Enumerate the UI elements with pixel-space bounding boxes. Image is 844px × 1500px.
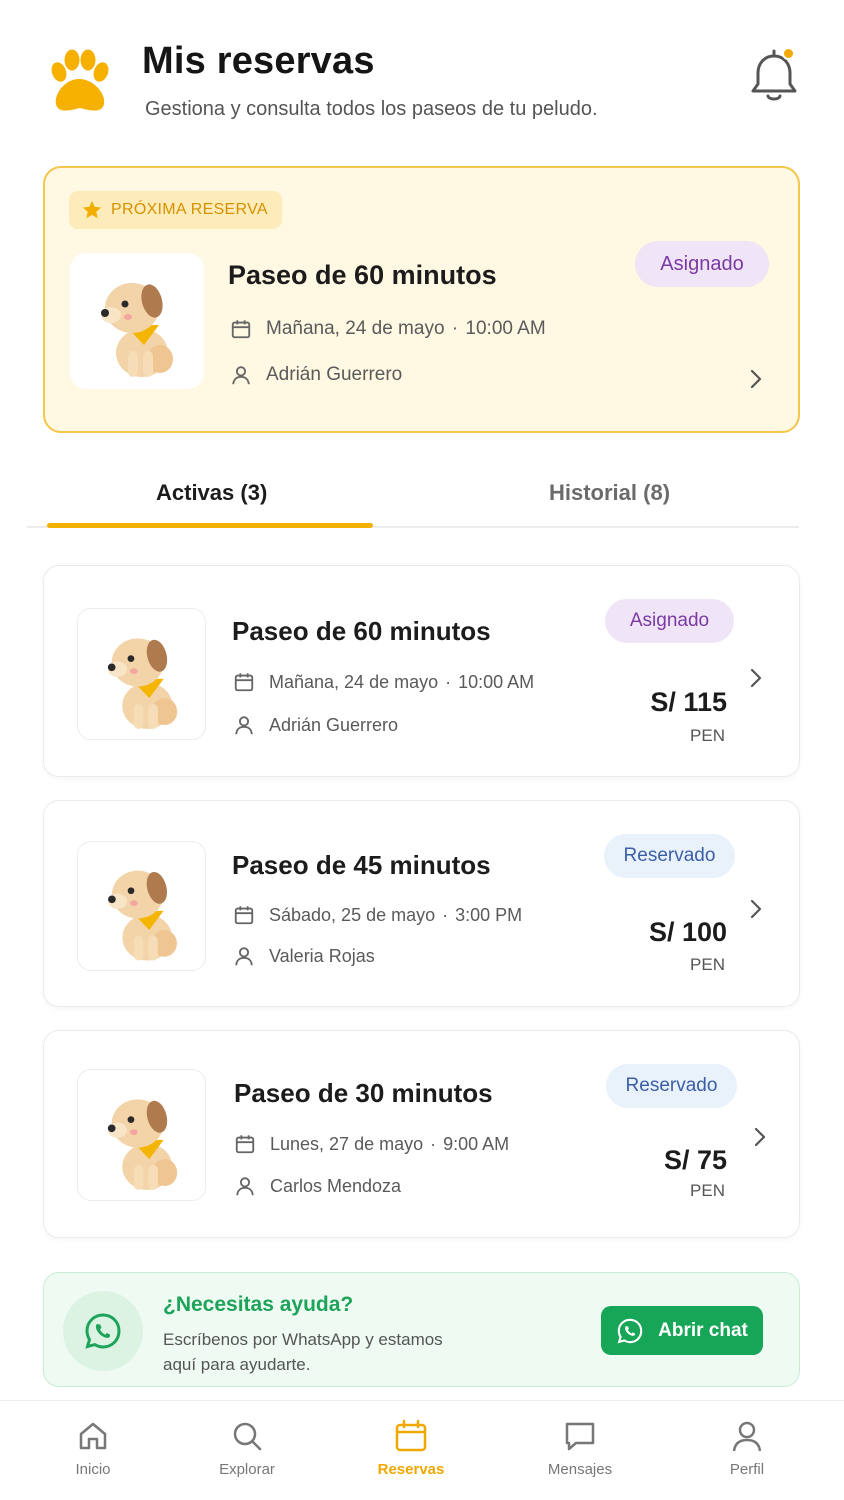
message-icon (565, 1422, 595, 1451)
chevron-right-icon[interactable] (752, 1126, 768, 1148)
booking-date: Lunes, 27 de mayo (270, 1133, 424, 1154)
booking-currency: PEN (690, 955, 725, 974)
open-chat-button[interactable]: Abrir chat (601, 1306, 763, 1355)
date-row: Sábado, 25 de mayo · 3:00 PM (233, 904, 522, 926)
booking-card[interactable]: Paseo de 30 minutos Reservado Lunes, 27 … (43, 1030, 800, 1238)
status-badge: Asignado (605, 599, 734, 643)
booking-time: 3:00 PM (455, 904, 523, 925)
nav-label: Mensajes (547, 1461, 613, 1478)
booking-currency: PEN (690, 1181, 725, 1200)
booking-card[interactable]: Paseo de 45 minutos Reservado Sábado, 25… (43, 800, 800, 1007)
whatsapp-icon (63, 1291, 143, 1371)
dog-illustration (107, 638, 178, 729)
walker-name: Adrián Guerrero (269, 714, 399, 735)
walker-row: Adrián Guerrero (233, 714, 398, 736)
booking-date: Mañana, 24 de mayo (269, 671, 439, 692)
booking-title: Paseo de 45 minutos (232, 850, 491, 880)
dog-image (77, 841, 206, 971)
nav-label: Inicio (75, 1461, 111, 1478)
help-text: Escríbenos por WhatsApp y estamos aquí p… (163, 1330, 443, 1374)
booking-price: S/ 75 (663, 1145, 727, 1175)
walker-row: Adrián Guerrero (230, 364, 402, 386)
dog-image (70, 253, 204, 389)
bottom-nav: Inicio Explorar Reservas Mensajes Perfil (0, 1400, 844, 1500)
user-icon (732, 1421, 762, 1452)
booking-time: 10:00 AM (465, 318, 546, 339)
tab-activas[interactable]: Activas (3) (156, 480, 267, 506)
booking-time: 9:00 AM (443, 1133, 510, 1154)
notification-dot (782, 47, 795, 60)
whatsapp-icon (617, 1318, 643, 1343)
calendar-icon (234, 673, 254, 692)
user-icon (235, 947, 253, 966)
nav-label: Perfil (729, 1461, 765, 1478)
walker-row: Carlos Mendoza (234, 1175, 401, 1197)
date-row: Mañana, 24 de mayo · 10:00 AM (233, 671, 534, 693)
star-icon (82, 200, 102, 219)
help-title: ¿Necesitas ayuda? (163, 1293, 354, 1316)
nav-item-mensajes[interactable]: Mensajes (525, 1419, 635, 1478)
booking-card[interactable]: Paseo de 60 minutos Asignado Mañana, 24 … (43, 565, 800, 777)
tab-bar: Activas (3) Historial (8) (27, 462, 799, 528)
user-icon (235, 716, 253, 735)
search-icon (233, 1422, 262, 1451)
help-banner: ¿Necesitas ayuda? Escríbenos por WhatsAp… (43, 1272, 800, 1387)
dog-image (77, 608, 206, 740)
page-subtitle: Gestiona y consulta todos los paseos de … (145, 98, 598, 120)
user-icon (232, 366, 250, 385)
paw-icon (51, 49, 109, 111)
calendar-icon (234, 906, 254, 925)
dog-illustration (101, 283, 173, 377)
page-header: Mis reservas Gestiona y consulta todos l… (0, 0, 844, 150)
user-icon (236, 1177, 254, 1196)
nav-label: Reservas (377, 1461, 445, 1478)
booking-currency: PEN (690, 726, 725, 745)
booking-date: Mañana, 24 de mayo (266, 318, 445, 339)
next-booking-card[interactable]: PRÓXIMA RESERVA Paseo de 60 minutos Asig… (43, 166, 800, 433)
walker-name: Adrián Guerrero (266, 364, 403, 385)
dog-illustration (107, 1099, 178, 1190)
home-icon (79, 1422, 107, 1450)
tab-historial[interactable]: Historial (8) (549, 480, 670, 506)
calendar-icon (231, 320, 251, 339)
open-chat-label: Abrir chat (658, 1319, 748, 1341)
page-title: Mis reservas (142, 40, 375, 82)
booking-time: 10:00 AM (458, 671, 535, 692)
nav-item-inicio[interactable]: Inicio (38, 1419, 148, 1478)
date-row: Mañana, 24 de mayo · 10:00 AM (230, 318, 546, 340)
nav-item-explorar[interactable]: Explorar (192, 1419, 302, 1478)
dog-image (77, 1069, 206, 1201)
walker-row: Valeria Rojas (233, 945, 375, 967)
booking-title: Paseo de 60 minutos (232, 616, 491, 646)
booking-price: S/ 100 (648, 917, 727, 947)
active-tab-indicator (47, 523, 373, 528)
date-row: Lunes, 27 de mayo · 9:00 AM (234, 1133, 509, 1155)
nav-label: Explorar (219, 1461, 275, 1478)
chevron-right-icon[interactable] (748, 667, 764, 689)
calendar-icon (235, 1135, 255, 1154)
dog-illustration (108, 870, 177, 961)
booking-date: Sábado, 25 de mayo (269, 904, 436, 925)
walker-name: Valeria Rojas (269, 945, 375, 966)
next-booking-chip: PRÓXIMA RESERVA (69, 191, 282, 229)
calendar-icon (395, 1419, 427, 1452)
next-booking-label: PRÓXIMA RESERVA (111, 201, 268, 218)
status-badge: Asignado (635, 241, 769, 287)
status-badge: Reservado (606, 1064, 737, 1108)
chevron-right-icon[interactable] (748, 368, 764, 390)
nav-item-perfil[interactable]: Perfil (692, 1419, 802, 1478)
next-booking-title: Paseo de 60 minutos (228, 260, 497, 290)
chevron-right-icon[interactable] (748, 898, 764, 920)
status-badge: Reservado (604, 834, 735, 878)
nav-item-reservas[interactable]: Reservas (356, 1419, 466, 1478)
booking-title: Paseo de 30 minutos (234, 1078, 493, 1108)
booking-price: S/ 115 (650, 687, 727, 717)
walker-name: Carlos Mendoza (270, 1175, 402, 1196)
